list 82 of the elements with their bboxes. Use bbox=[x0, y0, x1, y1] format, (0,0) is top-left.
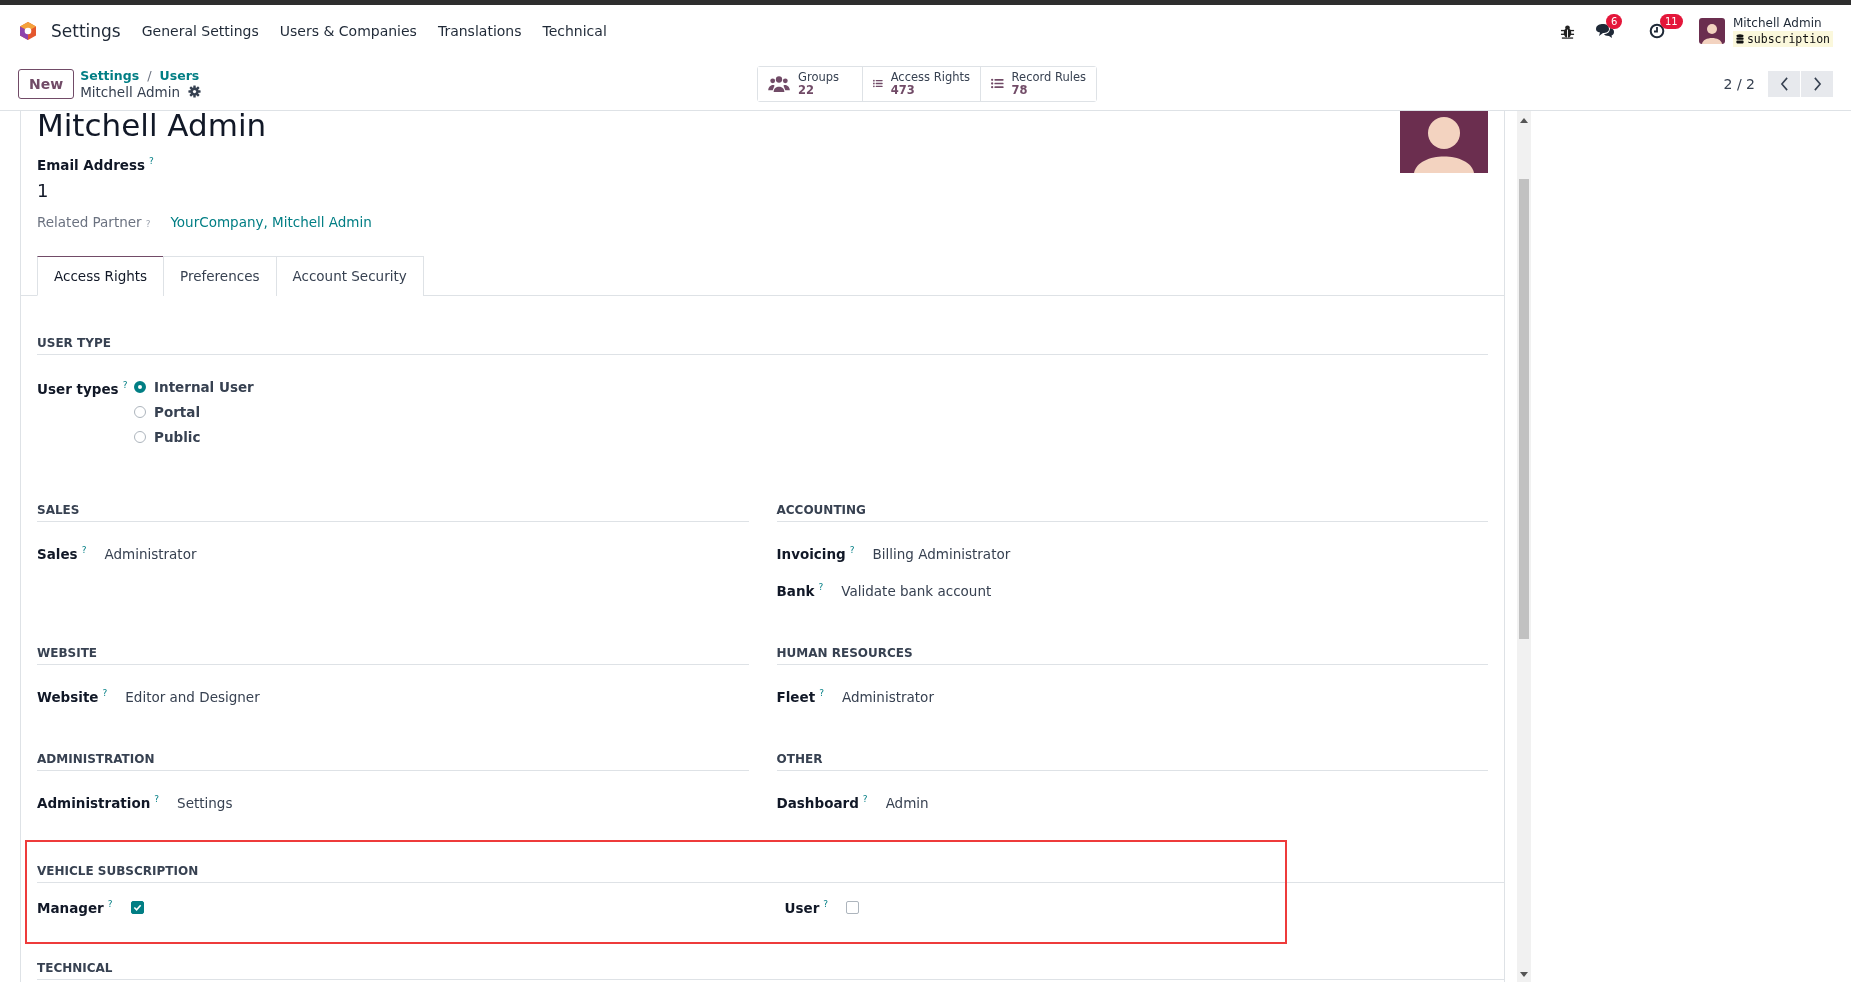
partner-link[interactable]: YourCompany, Mitchell Admin bbox=[170, 214, 372, 230]
help-mark[interactable]: ? bbox=[107, 898, 113, 909]
field-value[interactable]: Administrator bbox=[841, 688, 934, 705]
help-mark[interactable]: ? bbox=[81, 544, 87, 555]
users-icon bbox=[768, 74, 790, 93]
notification-badge: 6 bbox=[1605, 14, 1623, 29]
database-name: subscription bbox=[1746, 31, 1830, 47]
chat-icon[interactable] bbox=[1594, 23, 1615, 39]
previous-button[interactable] bbox=[1768, 70, 1800, 97]
bug-icon[interactable] bbox=[1559, 23, 1575, 39]
radio-label[interactable]: Internal User bbox=[154, 379, 254, 395]
section-title: VEHICLE SUBSCRIPTION bbox=[37, 864, 1504, 883]
section-title: TECHNICAL bbox=[37, 961, 1504, 980]
field-label: User types bbox=[37, 381, 119, 397]
menu-item[interactable]: Users & Companies bbox=[279, 23, 417, 39]
help-mark[interactable]: ? bbox=[149, 155, 154, 166]
field-label: Manager bbox=[37, 900, 104, 916]
field-label: Fleet bbox=[776, 689, 816, 705]
radio-label[interactable]: Portal bbox=[154, 404, 201, 420]
smart-button[interactable]: Groups 22 bbox=[758, 66, 863, 101]
section-title: OTHER bbox=[776, 752, 1488, 771]
help-mark[interactable]: ? bbox=[819, 687, 824, 698]
tab[interactable]: Account Security bbox=[275, 256, 424, 296]
breadcrumb-link[interactable]: Settings bbox=[80, 67, 140, 84]
scroll-down-icon[interactable] bbox=[1520, 972, 1528, 978]
help-mark[interactable]: ? bbox=[849, 544, 855, 555]
clock-icon[interactable] bbox=[1648, 23, 1665, 39]
field-value[interactable]: Admin bbox=[885, 794, 929, 811]
settings-icon[interactable] bbox=[187, 85, 201, 98]
section-title: SALES bbox=[37, 503, 749, 522]
help-mark[interactable]: ? bbox=[823, 898, 829, 909]
chevron-left-icon bbox=[1779, 76, 1789, 91]
breadcrumb-separator: / bbox=[147, 67, 152, 84]
record-title: Mitchell Admin bbox=[37, 111, 268, 139]
section-title: HUMAN RESOURCES bbox=[776, 646, 1488, 665]
section-title: ACCOUNTING bbox=[776, 503, 1488, 522]
checkbox[interactable] bbox=[130, 901, 144, 914]
tab[interactable]: Access Rights bbox=[37, 256, 165, 296]
pager-counter: 2 / 2 bbox=[1723, 75, 1755, 92]
tab[interactable]: Preferences bbox=[163, 256, 277, 296]
field-label: Bank bbox=[776, 583, 815, 599]
help-mark[interactable]: ? bbox=[154, 793, 160, 804]
radio-button[interactable] bbox=[134, 381, 146, 393]
field-value[interactable]: Settings bbox=[177, 794, 233, 811]
next-button[interactable] bbox=[1801, 70, 1833, 97]
section-title: ADMINISTRATION bbox=[37, 752, 749, 771]
field-value[interactable]: Validate bank account bbox=[841, 582, 992, 599]
field-label: Sales bbox=[37, 546, 78, 562]
help-mark[interactable]: ? bbox=[122, 379, 128, 390]
help-mark[interactable]: ? bbox=[102, 687, 108, 698]
new-button[interactable]: New bbox=[18, 68, 75, 99]
section-title: WEBSITE bbox=[37, 646, 749, 665]
field-label: Dashboard bbox=[776, 795, 859, 811]
field-value[interactable]: Billing Administrator bbox=[872, 545, 1011, 562]
breadcrumb-link[interactable]: Users bbox=[159, 67, 200, 84]
menu-item[interactable]: Translations bbox=[437, 23, 522, 39]
avatar-icon[interactable] bbox=[1698, 18, 1725, 44]
field-value[interactable]: Administrator bbox=[104, 545, 197, 562]
scroll-up-icon[interactable] bbox=[1520, 117, 1528, 123]
field-label: Related Partner bbox=[37, 214, 142, 230]
record-name: Mitchell Admin bbox=[80, 83, 180, 100]
chevron-right-icon bbox=[1812, 76, 1822, 91]
email-value: 1 bbox=[37, 180, 50, 201]
field-label: Invoicing bbox=[776, 546, 846, 562]
radio-label[interactable]: Public bbox=[154, 429, 201, 445]
field-label: Website bbox=[37, 689, 99, 705]
field-value[interactable]: Editor and Designer bbox=[125, 688, 260, 705]
app-name[interactable]: Settings bbox=[51, 21, 121, 41]
database-icon bbox=[1735, 34, 1744, 44]
app-logo-icon[interactable] bbox=[18, 21, 38, 41]
help-mark[interactable]: ? bbox=[862, 793, 868, 804]
field-label: Administration bbox=[37, 795, 151, 811]
scrollbar[interactable] bbox=[1517, 111, 1531, 982]
help-mark[interactable]: ? bbox=[818, 581, 824, 592]
menu-item[interactable]: Technical bbox=[542, 23, 607, 39]
user-name[interactable]: Mitchell Admin bbox=[1732, 15, 1833, 31]
notification-badge: 11 bbox=[1659, 14, 1683, 29]
menu-item[interactable]: General Settings bbox=[141, 23, 259, 39]
field-label: User bbox=[784, 900, 820, 916]
section-title: USER TYPE bbox=[37, 336, 1488, 355]
checkbox[interactable] bbox=[846, 901, 860, 914]
field-label: Email Address bbox=[37, 157, 145, 173]
